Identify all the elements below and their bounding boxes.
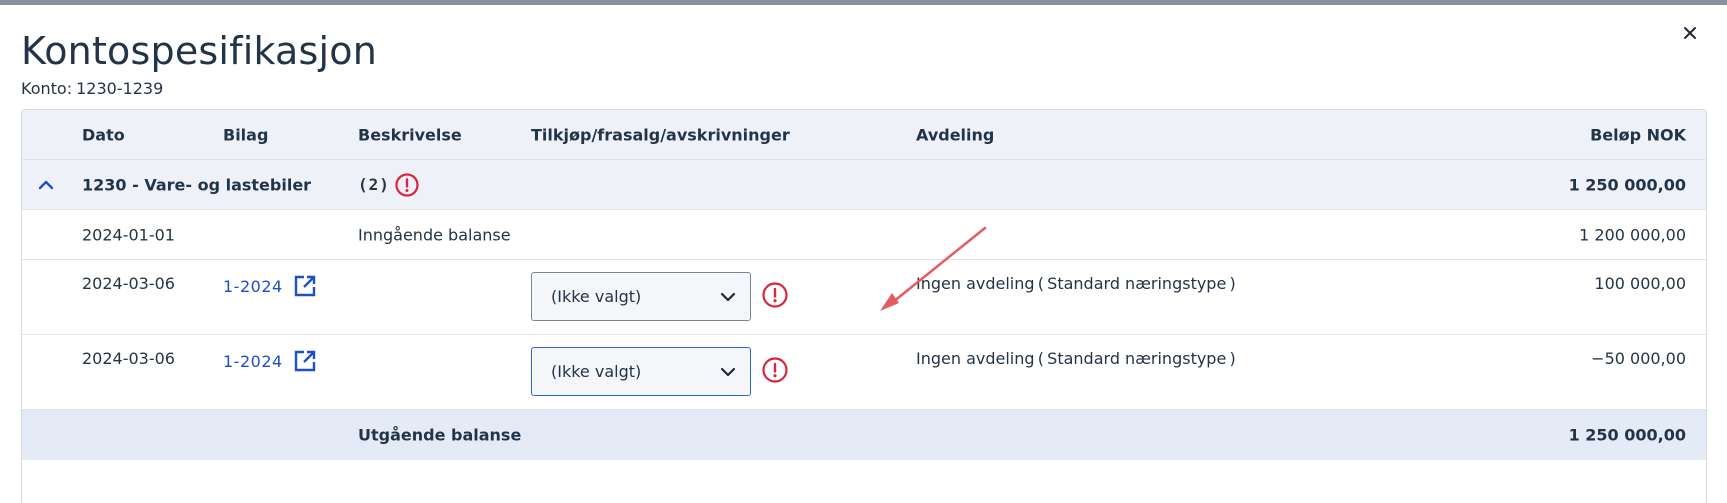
table-row: 2024-03-06 1-2024 (Ikke valgt) Ingen avd bbox=[22, 335, 1706, 410]
voucher-link[interactable]: 1-2024 bbox=[223, 274, 317, 298]
group-count-cell: (2) bbox=[358, 172, 420, 198]
voucher-link-label: 1-2024 bbox=[223, 351, 283, 371]
collapse-toggle[interactable] bbox=[36, 175, 56, 195]
account-range-label: Konto: bbox=[21, 79, 73, 98]
row-date: 2024-03-06 bbox=[82, 349, 175, 368]
row-department: Ingen avdeling ( Standard næringstype ) bbox=[916, 349, 1236, 368]
row-date: 2024-03-06 bbox=[82, 274, 175, 293]
footer-total: 1 250 000,00 bbox=[1568, 425, 1686, 445]
account-spec-dialog: Kontospesifikasjon Konto: 1230-1239 Dato … bbox=[3, 5, 1724, 503]
col-header-beskrivelse[interactable]: Beskrivelse bbox=[358, 125, 462, 144]
row-amount: −50 000,00 bbox=[1591, 349, 1686, 368]
voucher-link[interactable]: 1-2024 bbox=[223, 349, 317, 373]
group-name: 1230 - Vare- og lastebiler bbox=[82, 175, 312, 194]
col-header-tilkjop[interactable]: Tilkjøp/frasalg/avskrivninger bbox=[531, 125, 790, 144]
dialog-title: Kontospesifikasjon bbox=[21, 29, 378, 73]
warning-icon bbox=[762, 282, 788, 308]
col-header-bilag[interactable]: Bilag bbox=[223, 125, 268, 144]
footer-label: Utgående balanse bbox=[358, 425, 522, 445]
close-icon bbox=[1684, 27, 1696, 39]
col-header-avdeling[interactable]: Avdeling bbox=[916, 125, 994, 144]
tilkjop-select-value: (Ikke valgt) bbox=[551, 287, 642, 306]
table-row: 2024-03-06 1-2024 (Ikke valgt) Ingen avd bbox=[22, 260, 1706, 335]
col-header-belop[interactable]: Beløp NOK bbox=[1590, 125, 1686, 144]
close-button[interactable] bbox=[1676, 19, 1704, 47]
voucher-link-label: 1-2024 bbox=[223, 276, 283, 296]
account-range: Konto: 1230-1239 bbox=[21, 79, 167, 98]
chevron-up-icon bbox=[38, 180, 54, 189]
row-date: 2024-01-01 bbox=[82, 225, 175, 244]
warning-icon bbox=[395, 172, 419, 197]
chevron-down-icon bbox=[720, 367, 736, 376]
chevron-down-icon bbox=[720, 292, 736, 301]
table-header: Dato Bilag Beskrivelse Tilkjøp/frasalg/a… bbox=[22, 110, 1706, 160]
tilkjop-select[interactable]: (Ikke valgt) bbox=[531, 272, 751, 321]
external-link-icon bbox=[294, 350, 315, 372]
tilkjop-select[interactable]: (Ikke valgt) bbox=[531, 347, 751, 396]
table-footer: Utgående balanse 1 250 000,00 bbox=[22, 410, 1706, 460]
row-amount: 1 200 000,00 bbox=[1579, 225, 1686, 244]
account-table: Dato Bilag Beskrivelse Tilkjøp/frasalg/a… bbox=[21, 109, 1707, 503]
row-department: Ingen avdeling ( Standard næringstype ) bbox=[916, 274, 1236, 293]
warning-icon bbox=[762, 357, 788, 383]
table-row: 2024-01-01 Inngående balanse 1 200 000,0… bbox=[22, 210, 1706, 260]
group-row[interactable]: 1230 - Vare- og lastebiler (2) 1 250 000… bbox=[22, 160, 1706, 210]
external-link-icon bbox=[294, 275, 315, 297]
account-range-value: 1230-1239 bbox=[76, 79, 164, 98]
col-header-dato[interactable]: Dato bbox=[82, 125, 125, 144]
row-description: Inngående balanse bbox=[358, 225, 511, 244]
group-count: (2) bbox=[358, 175, 390, 194]
group-total: 1 250 000,00 bbox=[1568, 175, 1686, 194]
row-amount: 100 000,00 bbox=[1594, 274, 1686, 293]
tilkjop-select-value: (Ikke valgt) bbox=[551, 362, 642, 381]
